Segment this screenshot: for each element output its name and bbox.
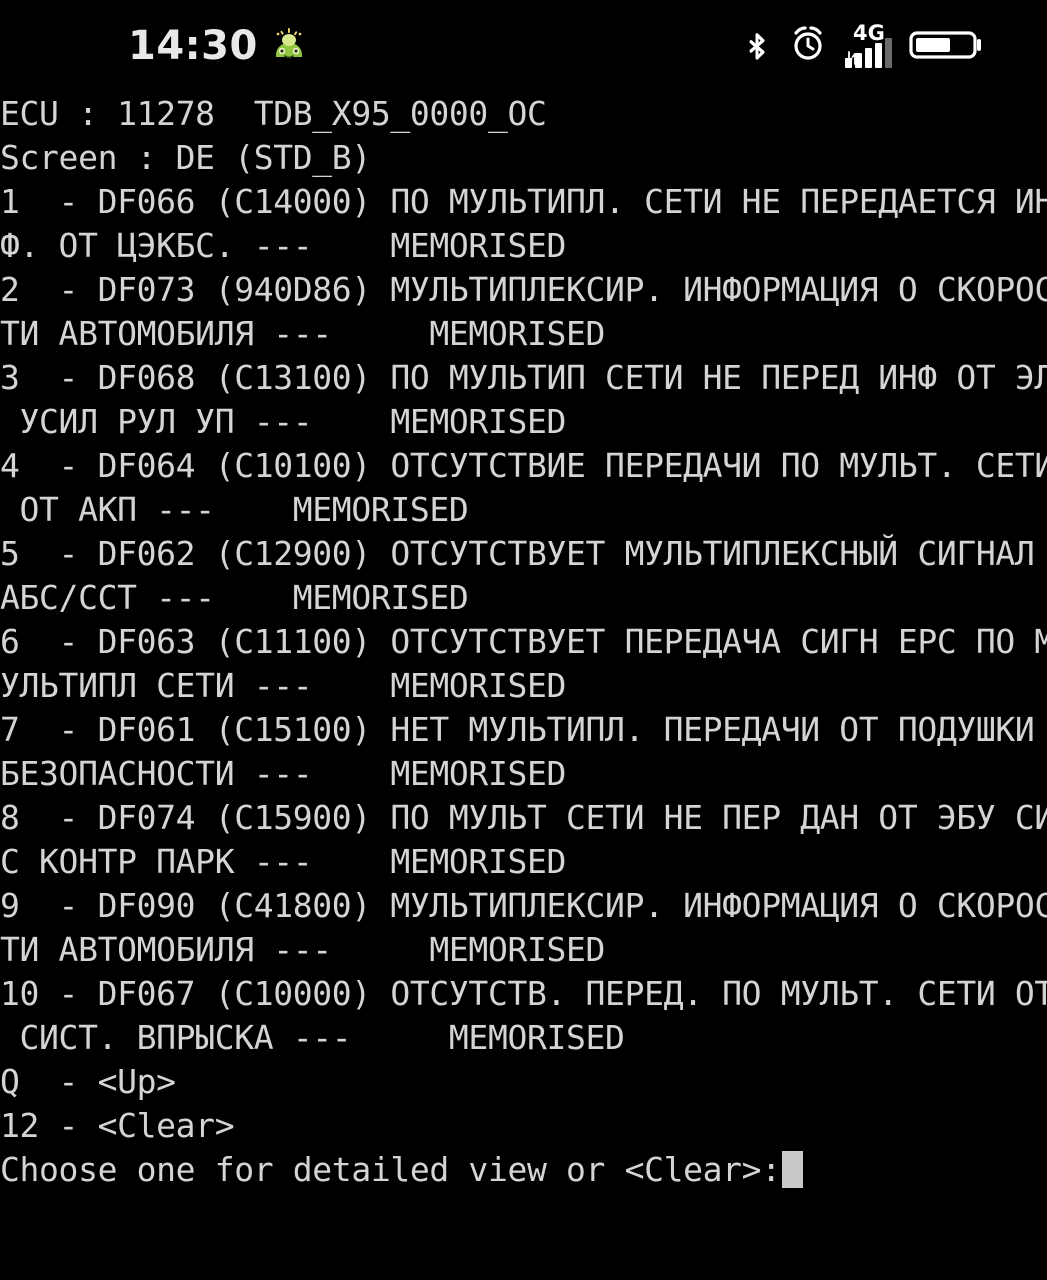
fault-entry-line-continuation: БЕЗОПАСНОСТИ --- MEMORISED: [0, 754, 567, 793]
network-type-label: 4G: [853, 21, 885, 45]
fault-entry-line-continuation: СИСТ. ВПРЫСКА --- MEMORISED: [0, 1018, 625, 1057]
fault-entry-line[interactable]: 6 - DF063 (C11100) ОТСУТСТВУЕТ ПЕРЕДАЧА …: [0, 620, 1047, 664]
fault-entry-line-continuation: ТИ АВТОМОБИЛЯ --- MEMORISED: [0, 930, 606, 969]
signal-bar-3: [865, 48, 872, 68]
fault-entry-line[interactable]: 9 - DF090 (C41800) МУЛЬТИПЛЕКСИР. ИНФОРМ…: [0, 884, 1047, 928]
fault-entry-line[interactable]: 4 - DF064 (C10100) ОТСУТСТВИЕ ПЕРЕДАЧИ П…: [0, 444, 1047, 488]
terminal-output[interactable]: ECU : 11278 TDB_X95_0000_OC Screen : DE …: [0, 92, 1047, 1280]
status-bar-clock: 14:30: [128, 23, 258, 69]
terminal-line: Screen : DE (STD_B): [0, 138, 371, 177]
status-bar-right: 4G: [743, 0, 985, 92]
terminal-line-list: ECU : 11278 TDB_X95_0000_OC Screen : DE …: [0, 92, 1047, 1192]
bluetooth-icon: [743, 22, 771, 70]
fault-entry-line-continuation: ОТ АКП --- MEMORISED: [0, 490, 469, 529]
network-signal-icon: 4G: [845, 21, 892, 68]
status-bar: 14:30 4G: [0, 0, 1047, 92]
fault-entry-line[interactable]: 10 - DF067 (C10000) ОТСУТСТВ. ПЕРЕД. ПО …: [0, 972, 1047, 1016]
prompt-text: Choose one for detailed view or <Clear>:: [0, 1150, 781, 1189]
signal-bar-4: [875, 43, 882, 68]
alarm-clock-icon: [788, 22, 828, 70]
fault-entry-line-continuation: УСИЛ РУЛ УП --- MEMORISED: [0, 402, 567, 441]
battery-icon: [909, 22, 985, 70]
text-cursor: [781, 1151, 803, 1188]
terminal-line: ECU : 11278 TDB_X95_0000_OC: [0, 94, 547, 133]
status-bar-left: 14:30: [128, 0, 308, 92]
menu-option-clear[interactable]: 12 - <Clear>: [0, 1104, 1047, 1148]
fault-entry-line-continuation: УЛЬТИПЛ СЕТИ --- MEMORISED: [0, 666, 567, 705]
data-transfer-arrows-icon: [845, 50, 859, 66]
terminal-prompt[interactable]: Choose one for detailed view or <Clear>:: [0, 1148, 1047, 1192]
fault-entry-line[interactable]: 7 - DF061 (C15100) НЕТ МУЛЬТИПЛ. ПЕРЕДАЧ…: [0, 708, 1047, 752]
menu-option-up[interactable]: Q - <Up>: [0, 1060, 1047, 1104]
fault-entry-line-continuation: С КОНТР ПАРК --- MEMORISED: [0, 842, 567, 881]
fault-entry-line-continuation: Ф. ОТ ЦЭКБС. --- MEMORISED: [0, 226, 567, 265]
fault-entry-line[interactable]: 3 - DF068 (C13100) ПО МУЛЬТИП СЕТИ НЕ ПЕ…: [0, 356, 1047, 400]
fault-entry-line-continuation: ТИ АВТОМОБИЛЯ --- MEMORISED: [0, 314, 606, 353]
green-creature-icon: [270, 27, 308, 65]
fault-entry-line[interactable]: 1 - DF066 (C14000) ПО МУЛЬТИПЛ. СЕТИ НЕ …: [0, 180, 1047, 224]
signal-bar-5: [885, 38, 892, 68]
fault-entry-line[interactable]: 2 - DF073 (940D86) МУЛЬТИПЛЕКСИР. ИНФОРМ…: [0, 268, 1047, 312]
fault-entry-line-continuation: АБС/ССТ --- MEMORISED: [0, 578, 469, 617]
fault-entry-line[interactable]: 8 - DF074 (C15900) ПО МУЛЬТ СЕТИ НЕ ПЕР …: [0, 796, 1047, 840]
fault-entry-line[interactable]: 5 - DF062 (C12900) ОТСУТСТВУЕТ МУЛЬТИПЛЕ…: [0, 532, 1047, 576]
